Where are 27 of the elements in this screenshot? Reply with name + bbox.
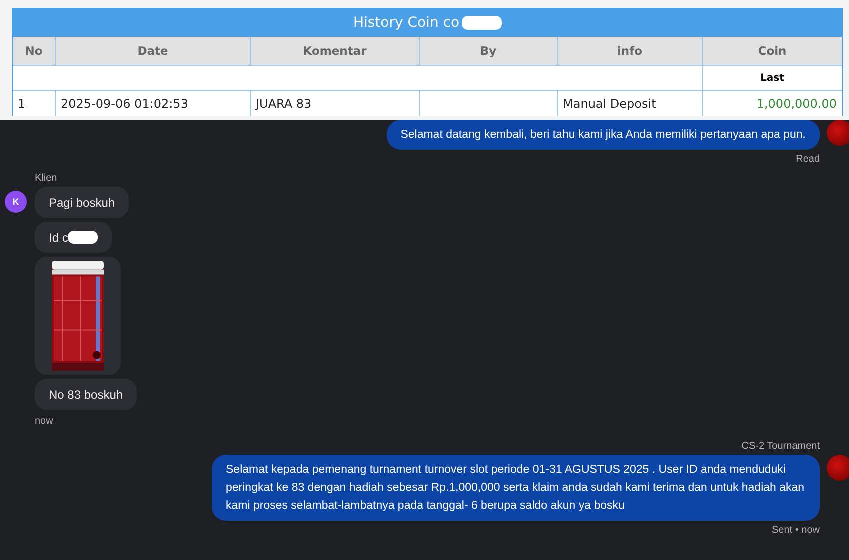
column-header: Date (55, 37, 250, 65)
agent-message: Selamat datang kembali, beri tahu kami jika Anda memiliki pertanyaan apa pun. (386, 120, 820, 150)
column-header: No (13, 37, 55, 65)
message-status: Sent • now (772, 525, 820, 536)
client-message: Pagi boskuh (35, 187, 130, 218)
agent-message: Selamat kepada pemenang turnament turnover slot periode 01-31 AGUSTUS 2025 . User ID anda menduduki peringkat ke 83 dengan hadiah sebesar Rp.1,000,000 serta klaim anda sudah kami terima dan untuk hadiah akan kami proses selambat-lambatnya pada tanggal- 6 berupa saldo akun ya bosku (212, 455, 820, 521)
agent-avatar (827, 120, 849, 146)
sender-name: Klien (35, 173, 58, 184)
table-cell: JUARA 83 (250, 90, 419, 116)
agent-avatar (827, 455, 849, 481)
column-header: Komentar (250, 37, 419, 65)
table-cell: Manual Deposit (557, 90, 702, 116)
image-message[interactable] (35, 257, 121, 375)
client-avatar: K (5, 191, 27, 213)
message-time: now (35, 416, 54, 427)
client-message: Id c (35, 222, 112, 253)
table-cell: 1 (13, 90, 55, 116)
table-cell: 2025-09-06 01:02:53 (55, 90, 250, 116)
column-subheader: Last (702, 65, 842, 90)
column-header: info (557, 37, 702, 65)
table-title: History Coin co (353, 15, 460, 31)
table-cell: 1,000,000.00 (702, 90, 842, 116)
client-message: No 83 boskuh (35, 379, 138, 410)
column-header: By (419, 37, 557, 65)
column-header: Coin (702, 37, 842, 65)
sender-name: CS-2 Tournament (742, 441, 820, 452)
message-status: Read (796, 154, 820, 165)
